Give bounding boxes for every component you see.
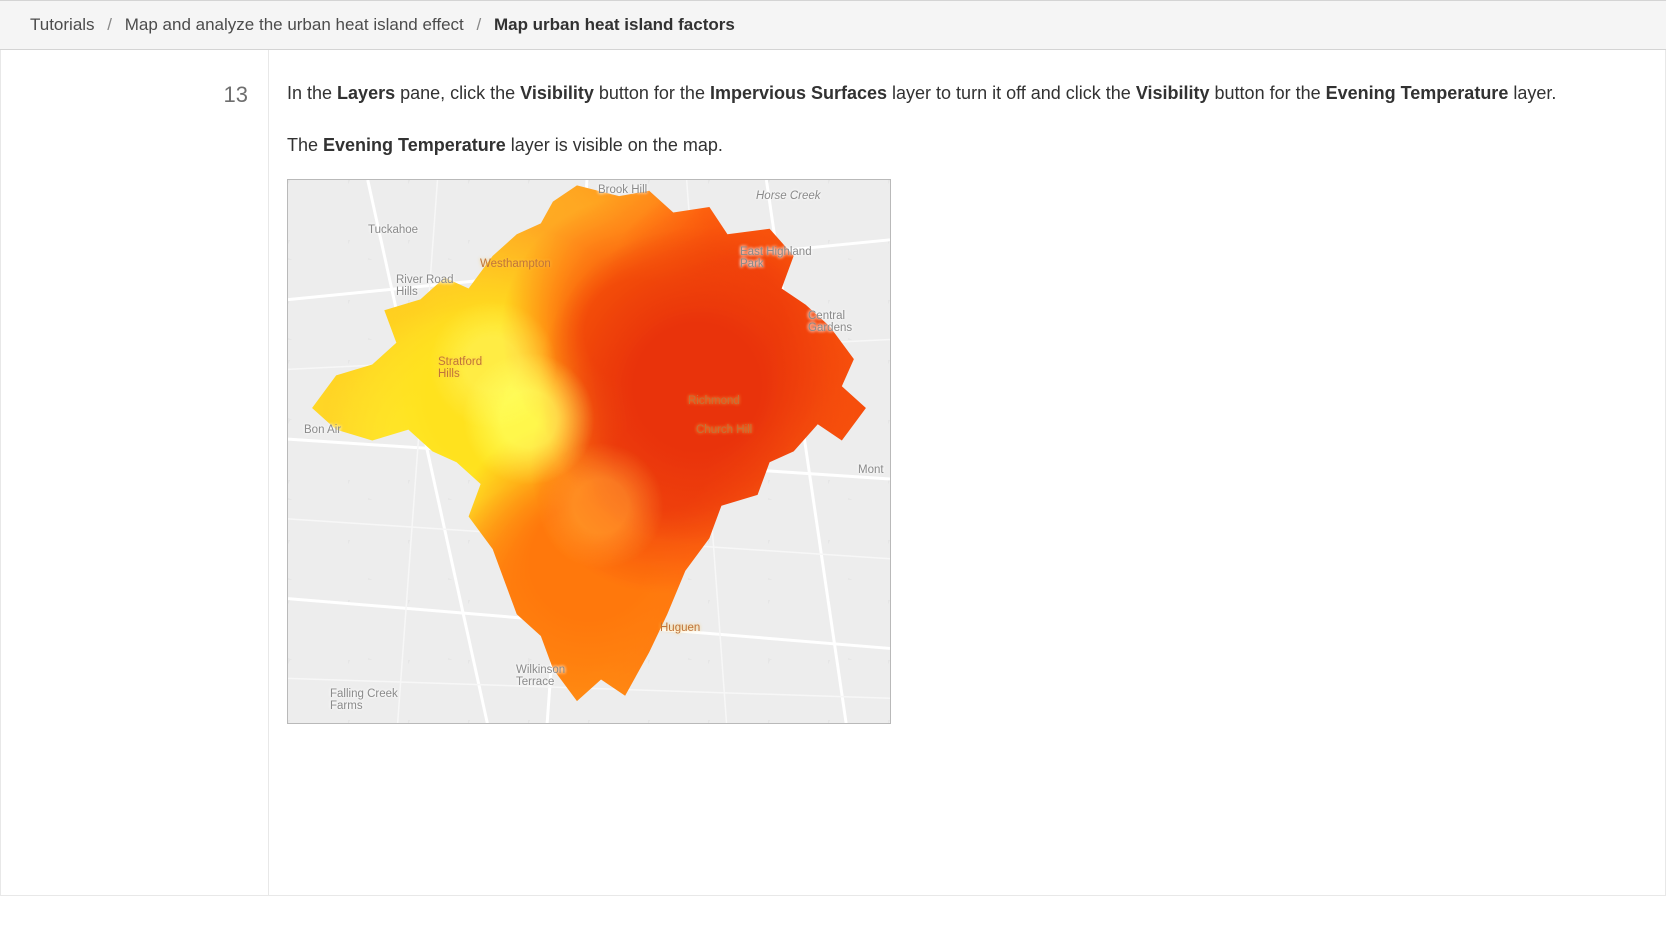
- label-bon-air: Bon Air: [304, 424, 341, 436]
- breadcrumb-separator: /: [476, 15, 481, 34]
- text: button for the: [594, 83, 710, 103]
- step-instruction: In the Layers pane, click the Visibility…: [287, 80, 1635, 108]
- step-result: The Evening Temperature layer is visible…: [287, 132, 1635, 159]
- content-area: 13 In the Layers pane, click the Visibil…: [0, 50, 1666, 896]
- label-falling-creek-farms: Falling Creek Farms: [330, 688, 398, 712]
- label-horse-creek: Horse Creek: [756, 190, 821, 202]
- bold-layers: Layers: [337, 83, 395, 103]
- breadcrumb-link-tutorials[interactable]: Tutorials: [30, 15, 95, 34]
- bold-evening-temp: Evening Temperature: [1326, 83, 1509, 103]
- label-wilkinson-terrace: Wilkinson Terrace: [516, 664, 565, 688]
- label-tuckahoe: Tuckahoe: [368, 224, 418, 236]
- label-church-hill: Church Hill: [696, 424, 752, 436]
- breadcrumb: Tutorials / Map and analyze the urban he…: [0, 0, 1666, 50]
- label-huguenot: Huguen: [660, 622, 700, 634]
- breadcrumb-link-parent[interactable]: Map and analyze the urban heat island ef…: [125, 15, 464, 34]
- map-screenshot: Tuckahoe Westhampton River Road Hills St…: [287, 179, 891, 724]
- text: button for the: [1210, 83, 1326, 103]
- step-gutter: 13: [1, 50, 269, 895]
- bold-impervious: Impervious Surfaces: [710, 83, 887, 103]
- text: In the: [287, 83, 337, 103]
- text: The: [287, 135, 323, 155]
- text: layer to turn it off and click the: [887, 83, 1136, 103]
- label-central-gardens: Central Gardens: [808, 310, 852, 334]
- step-number: 13: [21, 80, 256, 108]
- label-westhampton: Westhampton: [480, 258, 551, 270]
- breadcrumb-separator: /: [107, 15, 112, 34]
- text: layer.: [1508, 83, 1556, 103]
- bold-visibility-2: Visibility: [1136, 83, 1210, 103]
- label-river-road-hills: River Road Hills: [396, 274, 454, 298]
- breadcrumb-current: Map urban heat island factors: [494, 15, 735, 34]
- step-body: In the Layers pane, click the Visibility…: [269, 50, 1665, 895]
- label-east-highland-park: East Highland Park: [740, 246, 812, 270]
- text: layer is visible on the map.: [506, 135, 723, 155]
- label-brook-hill: Brook Hill: [598, 184, 647, 196]
- bold-visibility-1: Visibility: [520, 83, 594, 103]
- bold-evening-temp-2: Evening Temperature: [323, 135, 506, 155]
- text: pane, click the: [395, 83, 520, 103]
- label-montrose: Mont: [858, 464, 884, 476]
- label-stratford-hills: Stratford Hills: [438, 356, 482, 380]
- label-richmond: Richmond: [688, 395, 740, 407]
